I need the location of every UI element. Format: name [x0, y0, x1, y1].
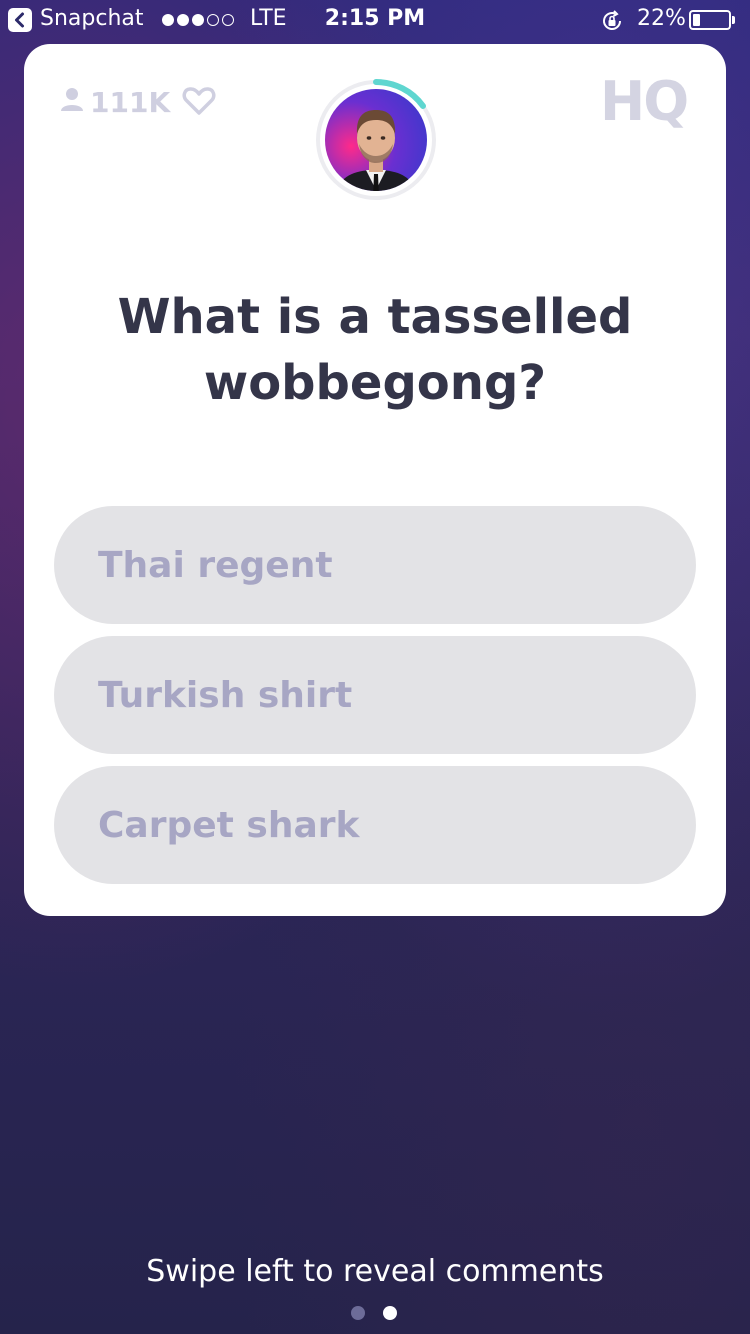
viewer-count: 111K — [60, 86, 170, 119]
answer-label: Turkish shirt — [98, 674, 353, 716]
battery-icon — [689, 10, 731, 30]
answer-option-2[interactable]: Turkish shirt — [54, 636, 696, 754]
swipe-hint: Swipe left to reveal comments — [146, 1254, 604, 1289]
battery-level-fill — [693, 14, 700, 26]
viewer-count-label: 111K — [90, 86, 171, 119]
status-bar: Snapchat LTE 2:15 PM 22% — [0, 0, 750, 40]
heart-icon[interactable] — [182, 86, 216, 120]
answer-list: Thai regent Turkish shirt Carpet shark — [54, 506, 696, 896]
person-icon — [60, 86, 84, 119]
battery-percent: 22% — [637, 6, 686, 31]
question-card: 111K HQ What is a tasselled wobbegong? T… — [24, 44, 726, 916]
answer-label: Carpet shark — [98, 804, 360, 846]
answer-option-3[interactable]: Carpet shark — [54, 766, 696, 884]
page-dot-1[interactable] — [351, 1306, 365, 1320]
page-dot-2[interactable] — [383, 1306, 397, 1320]
host-avatar — [314, 78, 438, 202]
question-text: What is a tasselled wobbegong? — [117, 289, 633, 411]
rotation-lock-icon — [600, 9, 624, 39]
hq-logo: HQ — [600, 70, 689, 133]
answer-label: Thai regent — [98, 544, 333, 586]
battery-tip — [732, 16, 735, 24]
answer-option-1[interactable]: Thai regent — [54, 506, 696, 624]
page-indicator[interactable] — [351, 1306, 397, 1320]
